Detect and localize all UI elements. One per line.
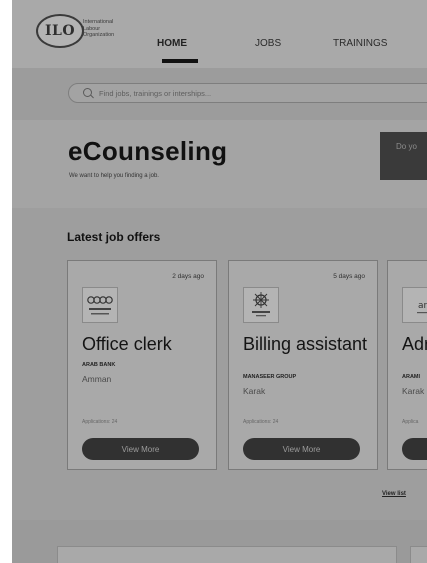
logo-line-1: International <box>83 19 114 25</box>
page-title: eCounseling <box>68 136 228 166</box>
job-location: Karak <box>402 386 425 396</box>
company-logo-icon: ara <box>402 287 427 323</box>
nav-item-jobs[interactable]: JOBS <box>255 38 281 49</box>
applications-count: Applications: 24 <box>82 419 118 425</box>
left-margin <box>0 0 12 563</box>
view-more-button[interactable]: View More <box>82 438 199 460</box>
bottom-card <box>410 546 427 563</box>
search-input[interactable] <box>99 84 419 102</box>
section-title: Latest job offers <box>67 230 161 244</box>
job-card[interactable]: ara Adr Sta ARAMI Karak Applica <box>387 260 427 470</box>
view-more-button[interactable] <box>402 438 427 460</box>
job-card[interactable]: 2 days ago Office clerk ARAB BANK Amman … <box>67 260 217 470</box>
company-logo-icon <box>82 287 118 323</box>
logo-badge-text: ILO <box>44 23 76 39</box>
job-location: Karak <box>243 386 266 396</box>
app-screen: ILO International Labour Organization HO… <box>0 0 427 563</box>
logo-text: International Labour Organization <box>83 19 143 39</box>
ilo-logo-icon[interactable]: ILO <box>36 14 84 48</box>
cta-button[interactable]: Do yo <box>380 132 427 180</box>
logo-line-2: Labour <box>83 25 101 32</box>
hero-banner: eCounseling We want to help you finding … <box>12 120 427 208</box>
company-name: ARAB BANK <box>82 362 116 368</box>
search-bar[interactable] <box>68 83 427 103</box>
bottom-section <box>12 520 427 563</box>
applications-count: Applica <box>402 419 419 425</box>
logo-line-3: Organization <box>83 32 115 39</box>
job-card[interactable]: 5 days ago Billing assistant MANASEER GR… <box>228 260 378 470</box>
applications-count: Applications: 24 <box>243 419 279 425</box>
top-header: ILO International Labour Organization <box>12 0 427 68</box>
company-name: ARAMI <box>402 374 421 380</box>
bottom-card <box>57 546 397 563</box>
job-location: Amman <box>82 374 112 384</box>
latest-jobs-section: Latest job offers 2 days ago Office cler… <box>12 208 427 520</box>
svg-text:ara: ara <box>418 301 427 311</box>
search-icon <box>83 88 92 97</box>
page-subtitle: We want to help you finding a job. <box>69 173 159 179</box>
job-title: Office clerk <box>82 334 172 354</box>
job-title: Billing assistant <box>243 334 368 354</box>
company-logo-icon <box>243 287 279 323</box>
job-title: Adr Sta <box>402 334 427 354</box>
view-list-link[interactable]: View list <box>382 491 406 497</box>
nav-item-trainings[interactable]: TRAININGS <box>333 38 387 49</box>
view-more-button[interactable]: View More <box>243 438 360 460</box>
company-name: MANASEER GROUP <box>243 374 297 380</box>
nav-item-home[interactable]: HOME <box>157 38 187 49</box>
posted-time: 2 days ago <box>172 273 204 280</box>
posted-time: 5 days ago <box>333 273 365 280</box>
nav-active-indicator <box>162 59 198 63</box>
